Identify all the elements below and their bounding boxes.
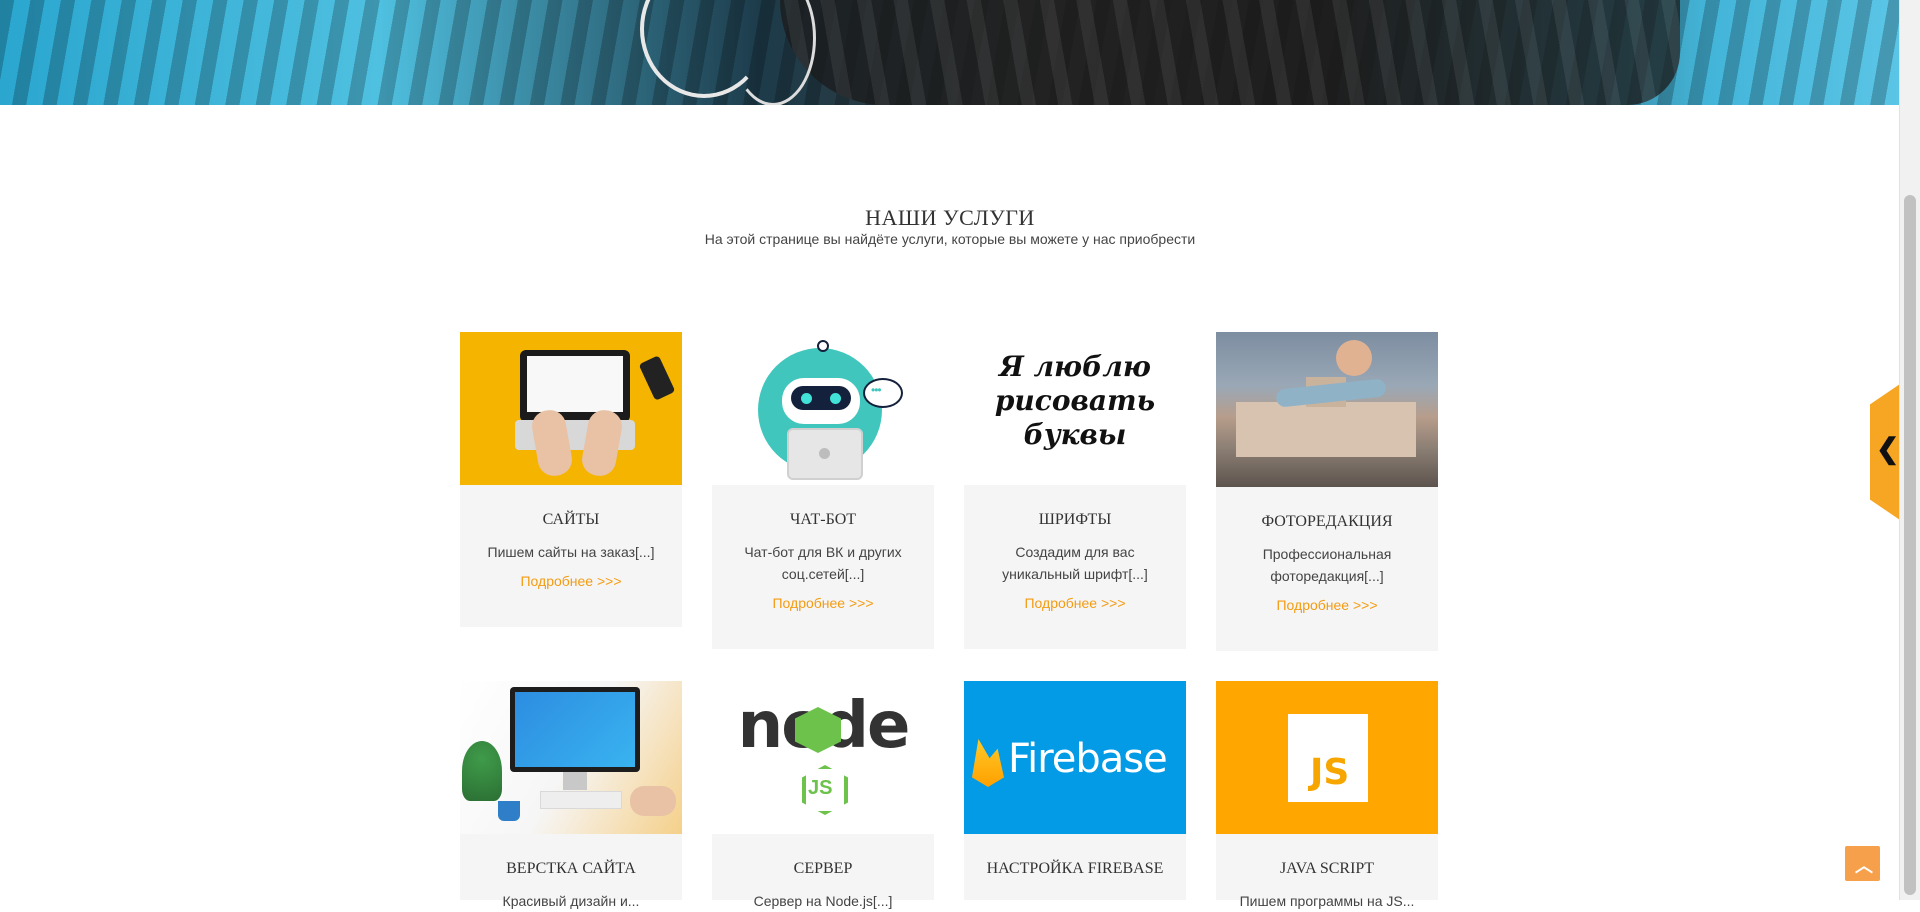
card-title[interactable]: ШРИФТЫ xyxy=(974,510,1176,529)
chat-bubble-icon xyxy=(863,378,903,408)
service-card-firebase[interactable]: Firebase НАСТРОЙКА FIREBASE xyxy=(964,681,1186,900)
sites-image[interactable] xyxy=(460,332,682,485)
read-more-link[interactable]: Подробнее >>> xyxy=(520,573,621,589)
firebase-flame-icon xyxy=(972,739,1004,787)
layout-image[interactable] xyxy=(460,681,682,834)
read-more-link[interactable]: Подробнее >>> xyxy=(1276,597,1377,613)
card-description: Пишем сайты на заказ[...] xyxy=(487,544,655,560)
section-subtitle: На этой странице вы найдёте услуги, кото… xyxy=(704,231,1196,247)
service-card-photo[interactable]: ФОТОРЕДАКЦИЯ Профессиональная фоторедакц… xyxy=(1216,332,1438,651)
keyboard-shape xyxy=(540,791,622,809)
card-title[interactable]: JAVA SCRIPT xyxy=(1226,859,1428,878)
service-card-sites[interactable]: САЙТЫ Пишем сайты на заказ[...] Подробне… xyxy=(460,332,682,627)
lettering-art: Я люблю рисовать буквы xyxy=(994,350,1156,451)
hero-banner-image xyxy=(0,0,1900,105)
side-panel-toggle[interactable]: ❮ xyxy=(1870,384,1900,520)
page-scrollbar[interactable] xyxy=(1899,0,1920,900)
card-title[interactable]: ВЕРСТКА САЙТА xyxy=(470,859,672,878)
js-logo-text: JS xyxy=(1310,752,1350,793)
robot-antenna-shape xyxy=(817,340,829,352)
back-to-top-button[interactable]: ︿ xyxy=(1845,846,1880,881)
firebase-logo-text: Firebase xyxy=(1008,736,1168,782)
hand-shape xyxy=(630,786,676,816)
card-title[interactable]: ЧАТ-БОТ xyxy=(722,510,924,529)
robot-visor-shape xyxy=(791,386,851,410)
card-title[interactable]: ФОТОРЕДАКЦИЯ xyxy=(1226,512,1428,531)
phone-shape xyxy=(638,355,676,401)
card-description: Создадим для вас уникальный шрифт[...] xyxy=(1002,544,1148,582)
javascript-image[interactable]: JS xyxy=(1216,681,1438,834)
card-title[interactable]: СЕРВЕР xyxy=(722,859,924,878)
card-description: Красивый дизайн и... xyxy=(502,893,640,909)
robot-eye-shape xyxy=(830,393,841,404)
card-description: Профессиональная фоторедакция[...] xyxy=(1262,546,1392,584)
card-description: Пишем программы на JS... xyxy=(1239,893,1415,909)
js-logo-box: JS xyxy=(1288,714,1368,802)
laptop-shape xyxy=(520,350,630,422)
nodejs-image[interactable]: node JS xyxy=(712,681,934,834)
scrollbar-thumb[interactable] xyxy=(1904,195,1916,895)
building-shape xyxy=(1236,377,1416,457)
chip-pins-shape xyxy=(780,0,1680,105)
read-more-link[interactable]: Подробнее >>> xyxy=(772,595,873,611)
plant-shape xyxy=(462,741,502,801)
monitor-shape xyxy=(510,687,640,772)
fonts-image[interactable]: Я люблю рисовать буквы xyxy=(964,332,1186,485)
card-title[interactable]: НАСТРОЙКА FIREBASE xyxy=(974,859,1176,878)
card-description: Сервер на Node.js[...] xyxy=(753,893,893,909)
firebase-image[interactable]: Firebase xyxy=(964,681,1186,834)
laptop-shape xyxy=(787,428,863,480)
service-card-fonts[interactable]: Я люблю рисовать буквы ШРИФТЫ Создадим д… xyxy=(964,332,1186,649)
chevron-up-icon: ︿ xyxy=(1855,856,1873,876)
card-title[interactable]: САЙТЫ xyxy=(470,510,672,529)
service-card-layout[interactable]: ВЕРСТКА САЙТА Красивый дизайн и... xyxy=(460,681,682,909)
chevron-left-icon: ❮ xyxy=(1876,433,1900,464)
service-card-server[interactable]: node JS СЕРВЕР Сервер на Node.js[...] xyxy=(712,681,934,909)
nodejs-js-text: JS xyxy=(808,777,833,799)
card-description: Чат-бот для ВК и других соц.сетей[...] xyxy=(744,544,902,582)
person-head-shape xyxy=(1336,340,1372,376)
chatbot-image[interactable] xyxy=(712,332,934,485)
read-more-link[interactable]: Подробнее >>> xyxy=(1024,595,1125,611)
section-title: НАШИ УСЛУГИ xyxy=(865,205,1035,230)
service-card-javascript[interactable]: JS JAVA SCRIPT Пишем программы на JS... xyxy=(1216,681,1438,909)
photo-edit-image[interactable] xyxy=(1216,332,1438,487)
monitor-stand-shape xyxy=(563,772,587,790)
service-card-chatbot[interactable]: ЧАТ-БОТ Чат-бот для ВК и других соц.сете… xyxy=(712,332,934,649)
robot-eye-shape xyxy=(801,393,812,404)
cup-shape xyxy=(498,801,520,821)
